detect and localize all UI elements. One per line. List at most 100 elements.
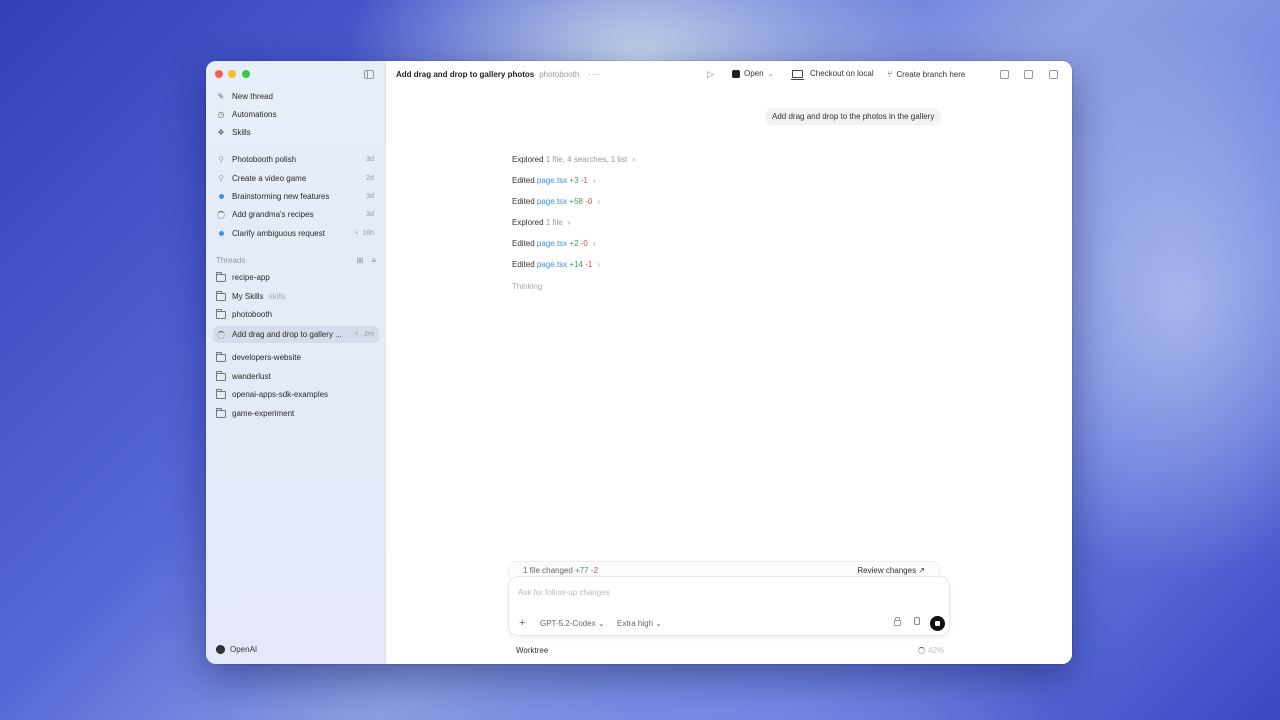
sidebar-project[interactable]: openai-apps-sdk-examples [213,386,379,403]
chevron-right-icon: › [592,239,596,248]
diff-panel-icon[interactable] [1024,70,1033,79]
skills-icon: ❖ [217,128,225,137]
close-window-button[interactable] [215,70,223,78]
chevron-right-icon: › [632,155,635,164]
sidebar-item-label: Add grandma's recipes [232,210,314,219]
filter-icon[interactable]: ≡ [371,256,376,265]
folder-icon [216,407,226,419]
checkout-local-button[interactable]: Checkout on local [791,69,874,80]
sidebar-project[interactable]: developers-website [213,349,379,366]
account-button[interactable]: OpenAI [216,645,257,654]
sidebar-project[interactable]: My Skills skills [213,288,379,305]
activity-log-item[interactable]: Edited page.tsx +3 -1 › [512,176,596,185]
folder-icon [216,290,226,302]
follow-up-input[interactable]: Ask for follow-up changes [518,588,610,597]
project-subtitle: skills [268,292,286,301]
more-options-icon[interactable]: ··· [588,70,599,79]
microphone-icon[interactable] [914,617,920,625]
branch-label: Create branch here [896,69,966,79]
pin-icon: ⚲ [218,155,224,164]
sidebar-item-time: 3d [366,193,374,200]
review-changes-button[interactable]: Review changes ↗ [857,566,925,575]
reasoning-effort-selector[interactable]: Extra high ⌄ [617,619,662,628]
sidebar-item-label: Create a video game [232,174,307,183]
activity-log-item[interactable]: Edited page.tsx +2 -0 › [512,239,596,248]
unread-dot-icon [216,229,226,239]
sidebar-item-label: Brainstorming new features [232,192,330,201]
folder-icon [216,271,226,283]
activity-log-item[interactable]: Edited page.tsx +14 -1 › [512,260,600,269]
sidebar-item-label: Clarify ambiguous request [232,229,325,238]
sidebar-toggle-icon[interactable] [364,70,374,79]
create-branch-button[interactable]: ⑂ Create branch here [887,69,965,79]
laptop-icon [791,69,804,80]
zoom-window-button[interactable] [242,70,250,78]
sidebar-project-label: recipe-app [232,273,270,282]
chevron-right-icon: › [597,260,601,269]
add-attachment-icon[interactable]: + [519,618,525,629]
worktree-mode[interactable]: Worktree [516,646,548,655]
activity-log-item[interactable]: Explored 1 file › [512,218,570,227]
folder-icon [216,388,226,400]
changes-bar: 1 file changed +77 -2 Review changes ↗ [508,561,940,577]
lock-icon[interactable] [894,617,901,626]
unread-dot-icon [216,192,226,202]
edit-icon: ✎ [217,92,225,101]
threads-header-label: Threads [216,255,246,265]
sidebar-project[interactable]: recipe-app [213,269,379,286]
sidebar-project-label: developers-website [232,353,301,362]
progress-ring-icon [918,647,925,654]
open-label: Open [744,69,764,78]
sidebar-active-thread[interactable]: Add drag and drop to gallery ... ⑂ 2m [213,326,379,343]
branch-icon: ⑂ [887,69,893,79]
sidebar-item-time: ⑂ 2m [354,331,374,338]
branch-share-icon: ⑂ [354,331,359,338]
branch-share-icon: ⑂ [354,230,359,237]
sidebar-project[interactable]: photobooth [213,306,379,323]
sidebar-project[interactable]: wanderlust [213,368,379,385]
chevron-right-icon: › [592,176,596,185]
activity-log-item[interactable]: Explored 1 file, 4 searches, 1 list › [512,155,635,164]
sidebar-item-automations[interactable]: ◷ Automations [213,106,379,123]
thinking-status: Thinking [512,282,543,291]
sidebar-item-recent[interactable]: ⚲ Create a video game 2d [213,170,379,187]
sidebar-item-skills[interactable]: ❖ Skills [213,124,379,141]
run-icon[interactable]: ▷ [707,69,714,80]
thread-title: Add drag and drop to gallery photos photo… [396,70,599,79]
checkout-label: Checkout on local [810,69,874,78]
chevron-right-icon: › [597,197,601,206]
sidebar-item-time: 2d [366,175,374,182]
open-button[interactable]: Open ⌄ [732,69,773,78]
folder-icon [216,351,226,363]
sidebar-item-new-thread[interactable]: ✎ New thread [213,88,379,105]
sidebar-project-label: openai-apps-sdk-examples [232,390,329,399]
sidebar-project-label: wanderlust [232,372,271,381]
sidebar-item-recent[interactable]: Brainstorming new features 3d [213,188,379,205]
sidebar-project-label: game-experiment [232,409,295,418]
sidebar-item-recent[interactable]: Add grandma's recipes 3d [213,206,379,223]
thread-title-text: Add drag and drop to gallery photos [396,70,535,79]
terminal-icon[interactable] [1000,70,1009,79]
folder-icon [216,308,226,320]
activity-log-item[interactable]: Edited page.tsx +58 -0 › [512,197,600,206]
model-selector[interactable]: GPT-5.2-Codex ⌄ [540,619,605,628]
sidebar-item-recent[interactable]: ⚲ Photobooth polish 3d [213,151,379,168]
split-view-icon[interactable] [1049,70,1058,79]
app-window: ✎ New thread ◷ Automations ❖ Skills ⚲ Ph… [206,61,1072,664]
app-icon [732,69,740,78]
sidebar-item-recent[interactable]: Clarify ambiguous request ⑂ 16h [213,225,379,242]
sidebar-item-label: Skills [232,128,251,137]
sidebar-item-label: Add drag and drop to gallery ... [232,330,342,339]
sidebar: ✎ New thread ◷ Automations ❖ Skills ⚲ Ph… [206,61,386,664]
pin-icon: ⚲ [218,174,224,183]
composer: Ask for follow-up changes + GPT-5.2-Code… [508,576,950,636]
sidebar-item-label: New thread [232,92,273,101]
context-usage: 42% [918,646,944,655]
new-folder-icon[interactable]: ⊞ [357,256,364,265]
changes-summary: 1 file changed +77 -2 [523,566,598,575]
minimize-window-button[interactable] [228,70,236,78]
stop-button[interactable] [930,616,945,631]
sidebar-project[interactable]: game-experiment [213,405,379,422]
sidebar-project-label: My Skills skills [232,292,286,301]
chevron-right-icon: › [567,218,571,227]
